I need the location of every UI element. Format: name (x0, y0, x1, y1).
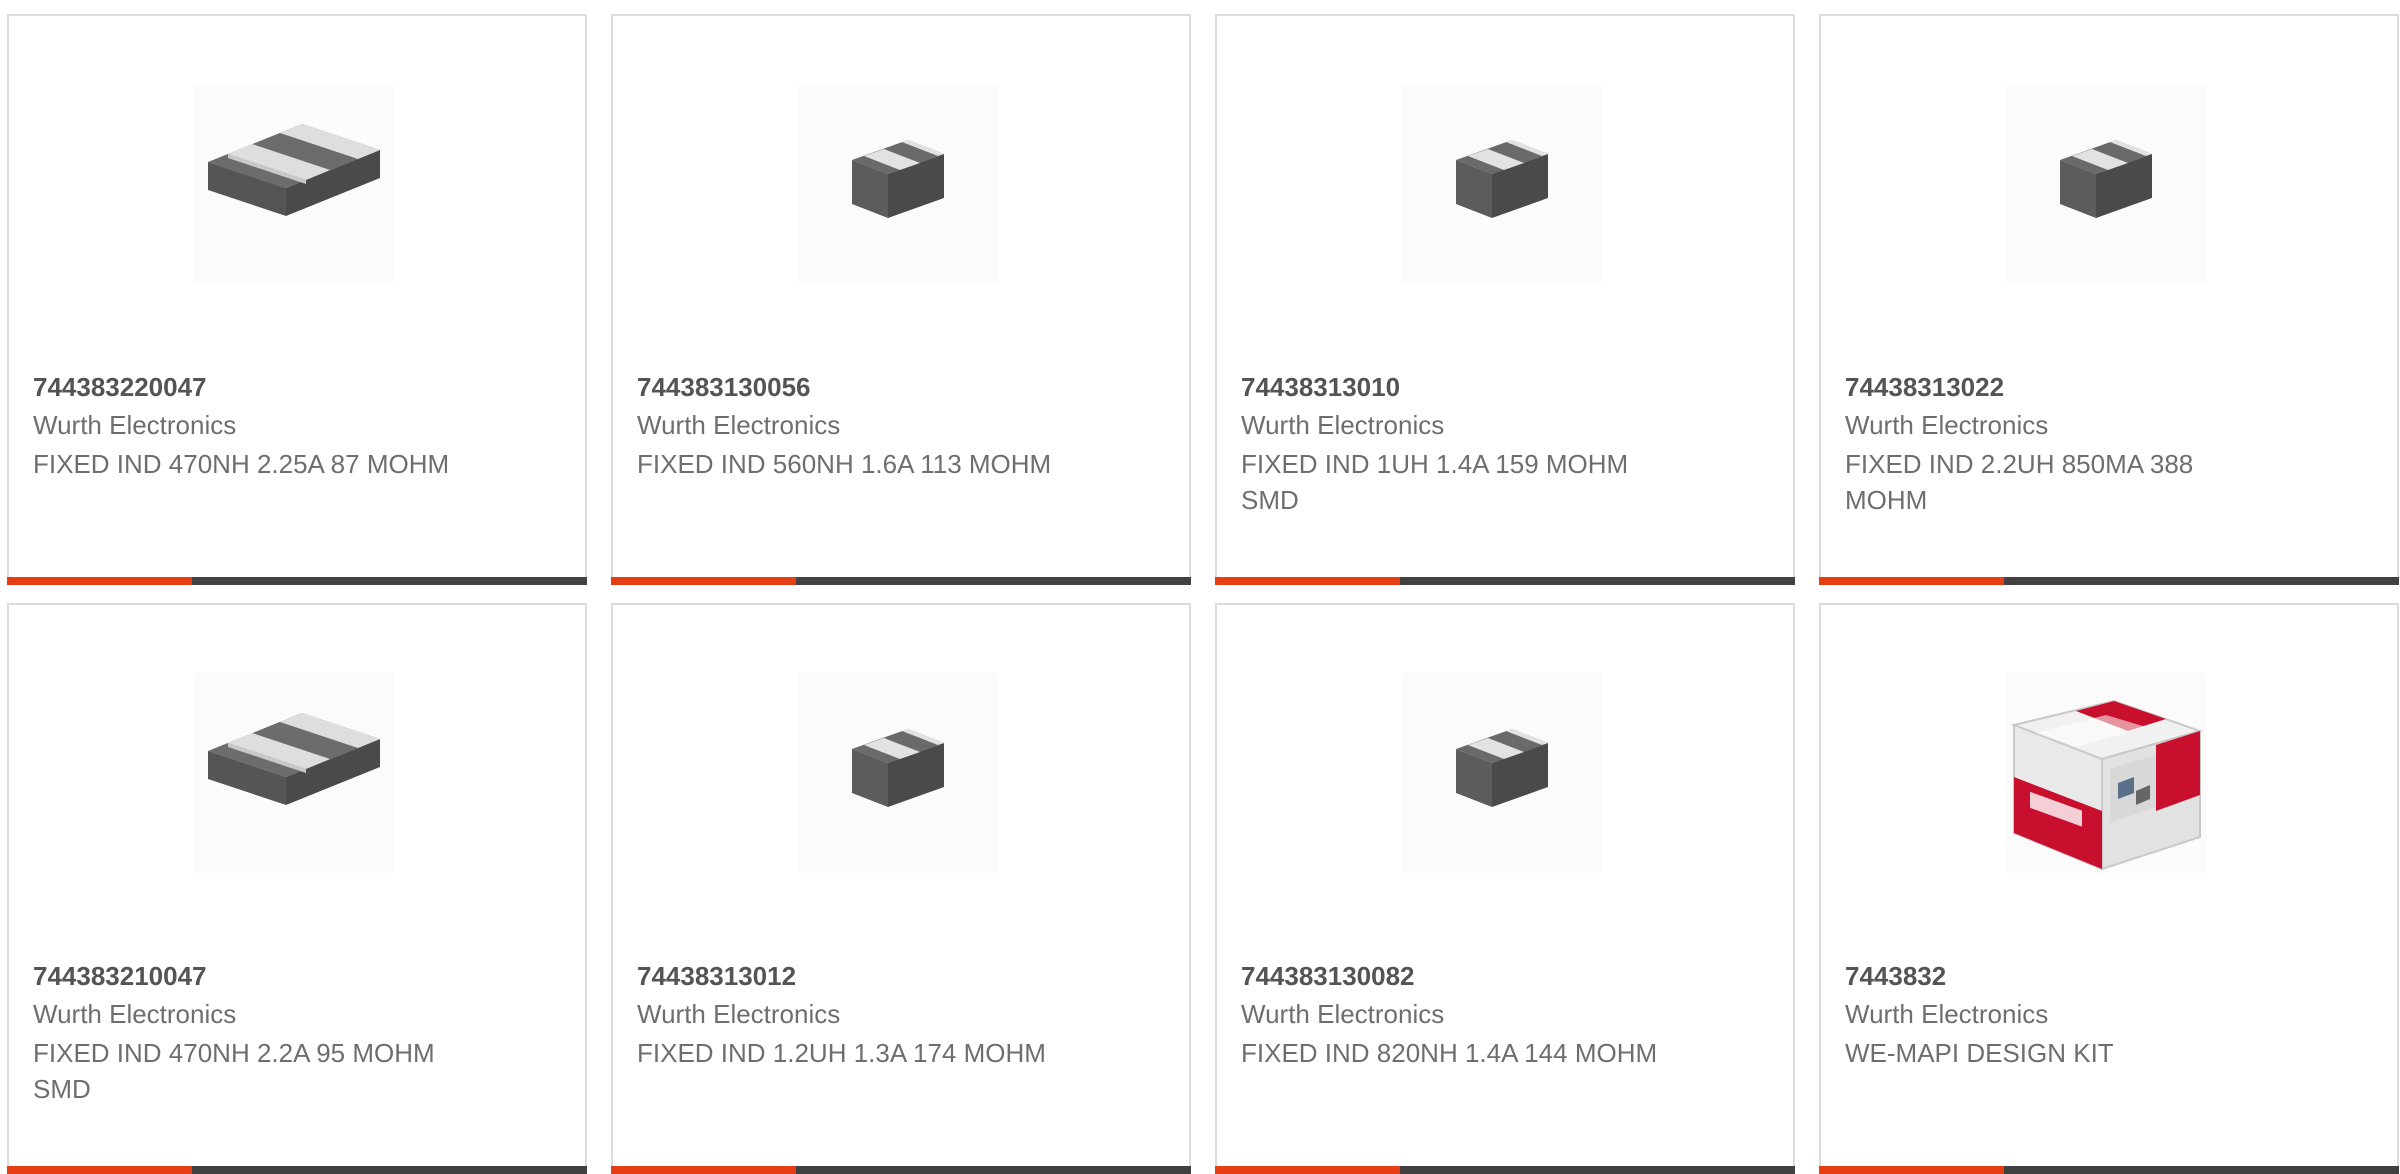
product-card[interactable]: 7443832 Wurth Electronics WE-MAPI DESIGN… (1819, 603, 2399, 1174)
small-inductor-image (852, 140, 944, 218)
product-description: FIXED IND 470NH 2.25A 87 MOHM (33, 449, 450, 479)
card-footer-accent (611, 1166, 796, 1174)
manufacturer-name: Wurth Electronics (1241, 999, 1445, 1029)
card-footer-bar (1819, 1166, 2399, 1174)
part-number[interactable]: 74438313012 (637, 961, 796, 992)
product-image[interactable] (1402, 673, 1602, 873)
part-number[interactable]: 744383130056 (637, 372, 811, 403)
card-footer-accent (1215, 1166, 1400, 1174)
product-card[interactable]: 744383220047 Wurth Electronics FIXED IND… (7, 14, 587, 585)
product-image[interactable] (798, 84, 998, 284)
product-grid: 744383220047 Wurth Electronics FIXED IND… (0, 0, 2400, 1174)
card-footer-accent (7, 1166, 192, 1174)
card-footer-accent (611, 577, 796, 585)
large-inductor-image (208, 713, 380, 805)
product-image[interactable] (798, 673, 998, 873)
small-inductor-image (1456, 729, 1548, 807)
product-description: FIXED IND 470NH 2.2A 95 MOHM SMD (33, 1038, 435, 1104)
manufacturer-name: Wurth Electronics (1241, 410, 1445, 440)
part-number[interactable]: 74438313010 (1241, 372, 1400, 403)
part-number[interactable]: 744383220047 (33, 372, 207, 403)
part-number[interactable]: 744383130082 (1241, 961, 1415, 992)
product-card[interactable]: 74438313022 Wurth Electronics FIXED IND … (1819, 14, 2399, 585)
small-inductor-image (1456, 140, 1548, 218)
card-footer-accent (1819, 577, 2004, 585)
product-card[interactable]: 74438313010 Wurth Electronics FIXED IND … (1215, 14, 1795, 585)
part-number[interactable]: 7443832 (1845, 961, 1946, 992)
large-inductor-image (208, 124, 380, 216)
product-image[interactable] (194, 84, 394, 284)
small-inductor-image (2060, 140, 2152, 218)
product-image[interactable] (2006, 673, 2206, 873)
product-card[interactable]: 744383130082 Wurth Electronics FIXED IND… (1215, 603, 1795, 1174)
card-footer-bar (611, 1166, 1191, 1174)
product-description: WE-MAPI DESIGN KIT (1845, 1038, 2114, 1068)
small-inductor-image (852, 729, 944, 807)
manufacturer-name: Wurth Electronics (1845, 999, 2049, 1029)
part-number[interactable]: 744383210047 (33, 961, 207, 992)
card-footer-accent (7, 577, 192, 585)
manufacturer-name: Wurth Electronics (33, 999, 237, 1029)
design-kit-box-image (2010, 699, 2204, 871)
product-image[interactable] (194, 673, 394, 873)
product-description: FIXED IND 560NH 1.6A 113 MOHM (637, 449, 1052, 479)
card-footer-bar (7, 577, 587, 585)
product-description: FIXED IND 1UH 1.4A 159 MOHM SMD (1241, 449, 1629, 515)
product-image[interactable] (2006, 84, 2206, 284)
card-footer-bar (7, 1166, 587, 1174)
manufacturer-name: Wurth Electronics (637, 999, 841, 1029)
manufacturer-name: Wurth Electronics (637, 410, 841, 440)
product-image[interactable] (1402, 84, 1602, 284)
product-description: FIXED IND 1.2UH 1.3A 174 MOHM (637, 1038, 1046, 1068)
manufacturer-name: Wurth Electronics (33, 410, 237, 440)
card-footer-bar (611, 577, 1191, 585)
card-footer-bar (1819, 577, 2399, 585)
card-footer-accent (1819, 1166, 2004, 1174)
product-card[interactable]: 744383210047 Wurth Electronics FIXED IND… (7, 603, 587, 1174)
part-number[interactable]: 74438313022 (1845, 372, 2004, 403)
manufacturer-name: Wurth Electronics (1845, 410, 2049, 440)
card-footer-bar (1215, 577, 1795, 585)
card-footer-accent (1215, 577, 1400, 585)
product-card[interactable]: 744383130056 Wurth Electronics FIXED IND… (611, 14, 1191, 585)
product-description: FIXED IND 2.2UH 850MA 388 MOHM (1845, 449, 2194, 515)
card-footer-bar (1215, 1166, 1795, 1174)
product-description: FIXED IND 820NH 1.4A 144 MOHM (1241, 1038, 1658, 1068)
product-card[interactable]: 74438313012 Wurth Electronics FIXED IND … (611, 603, 1191, 1174)
